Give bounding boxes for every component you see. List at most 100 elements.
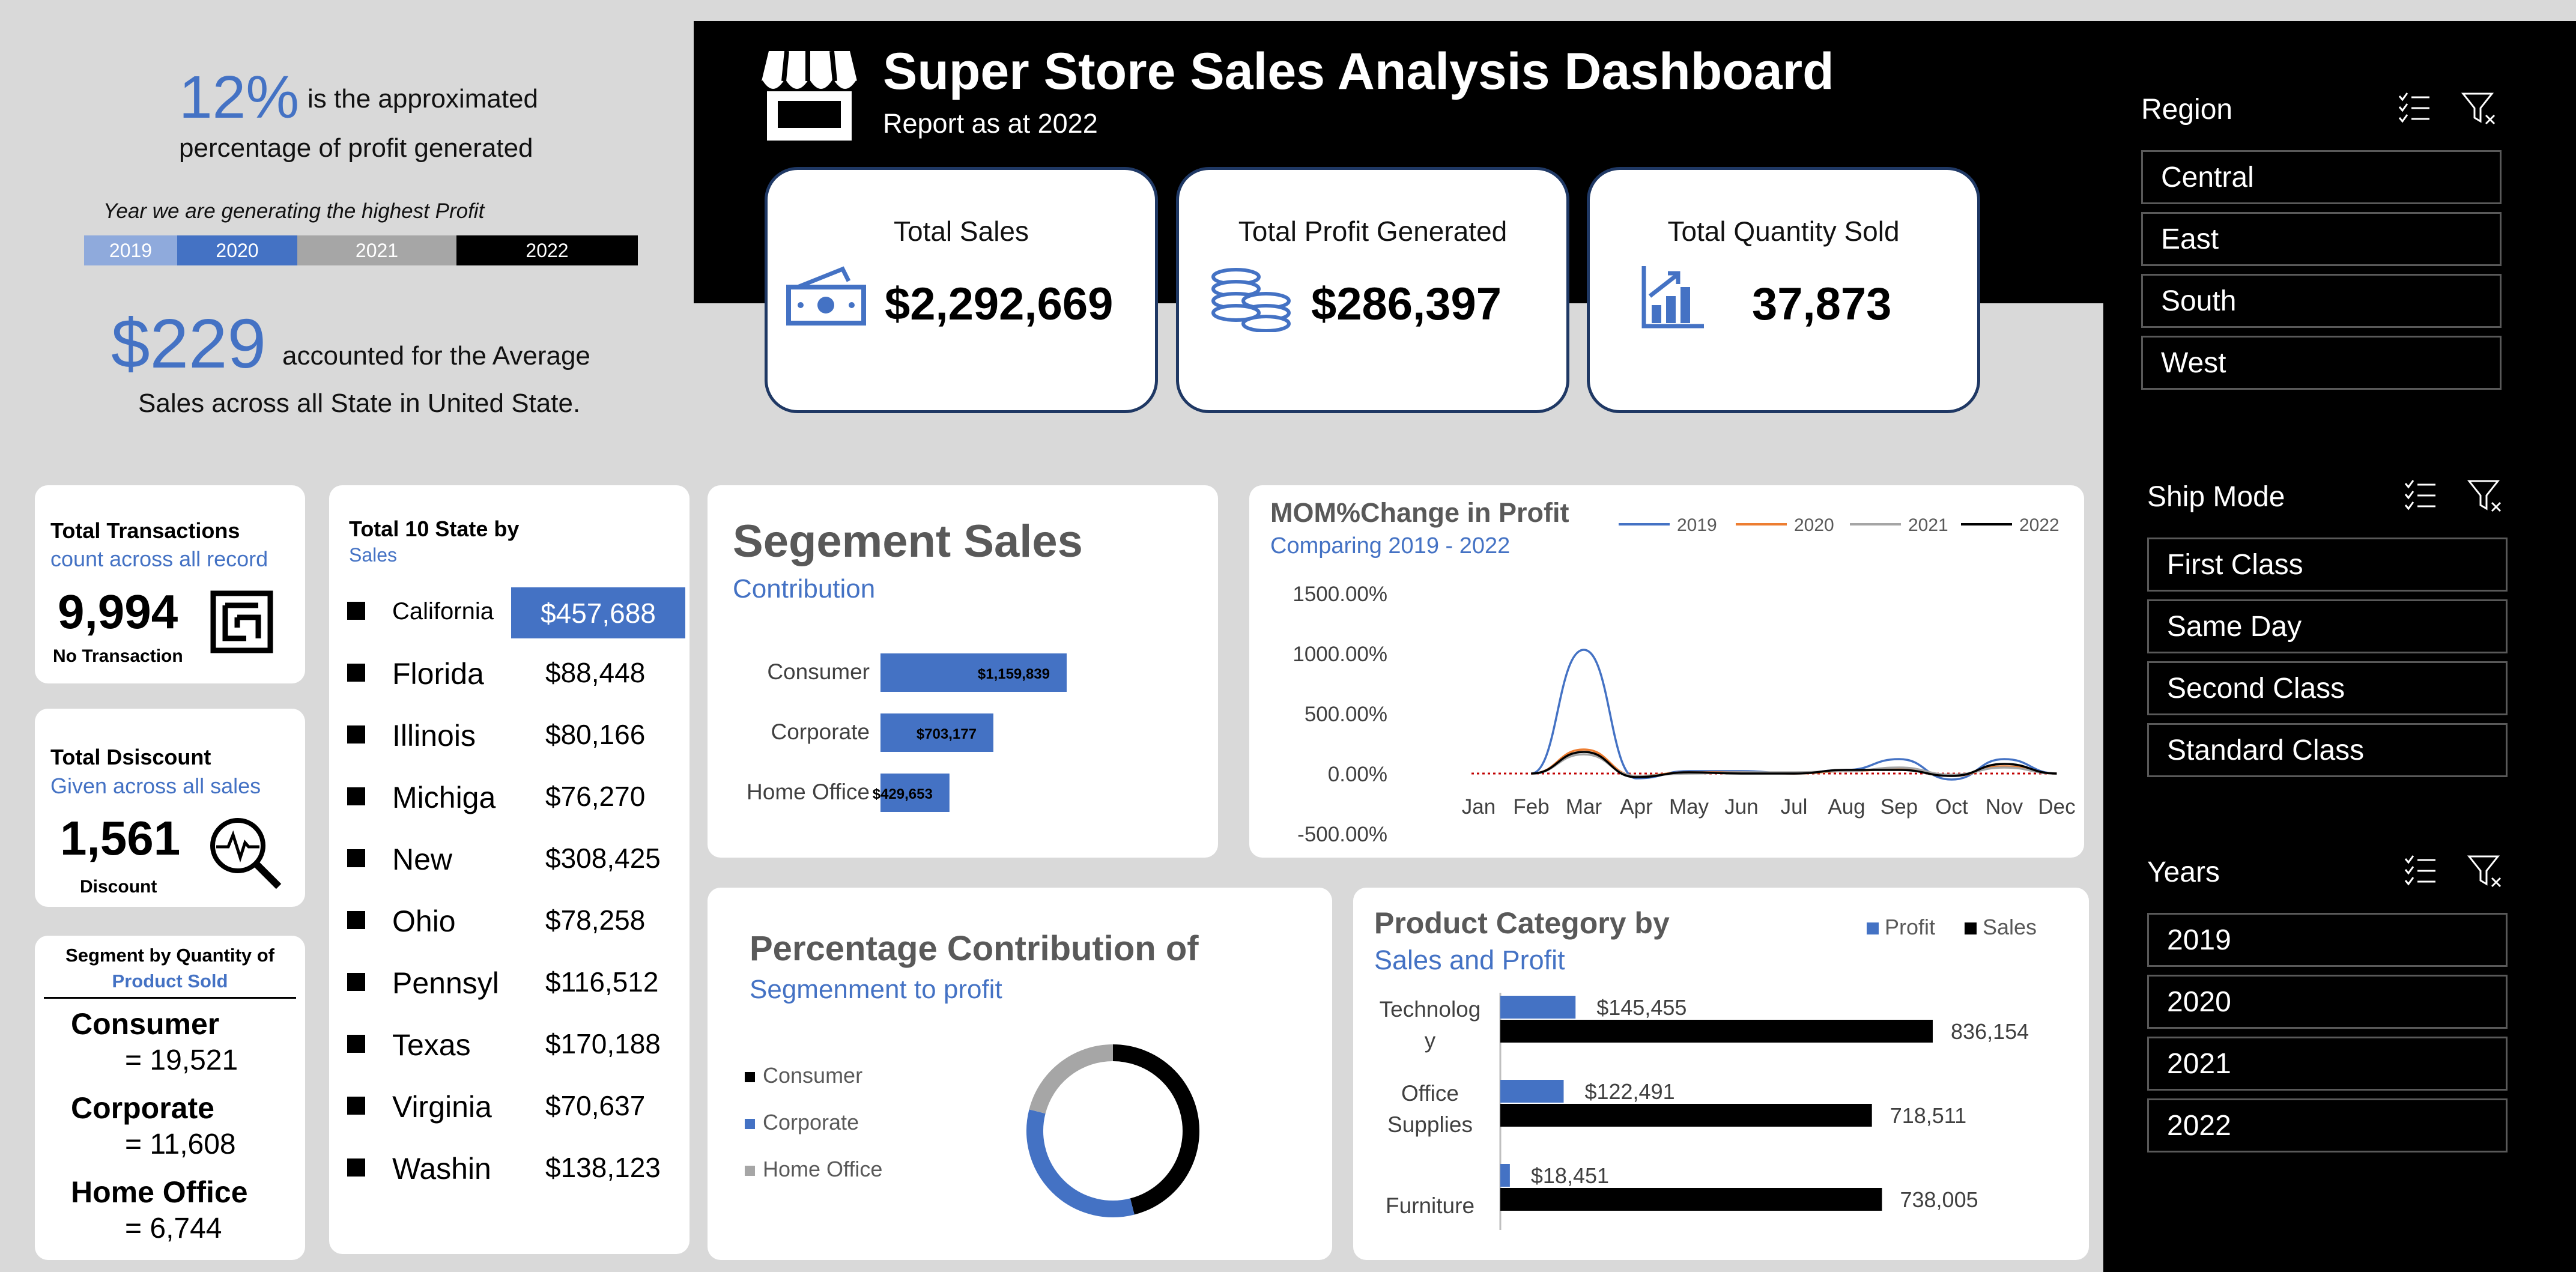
year-segment-2021: 2021 [297,235,456,265]
card-subtitle: Product Sold [112,971,228,992]
average-text-line1: accounted for the Average [282,341,590,371]
kpi-value: $2,292,669 [885,279,1114,330]
state-sales: $78,258 [545,904,646,936]
store-icon [760,50,858,141]
state-sales: $138,123 [545,1152,661,1183]
data-label: $429,653 [873,786,933,802]
x-tick-label: Oct [1935,795,1968,819]
multi-select-icon[interactable] [2402,853,2438,889]
card-caption: Discount [80,877,157,897]
profit-bar [1500,1080,1564,1103]
state-name: New [392,843,453,876]
bullet-square-icon [347,787,365,805]
donut-slice [1026,1109,1135,1217]
bullet-square-icon [347,664,365,682]
y-tick-label: 500.00% [1305,703,1387,726]
state-name: Texas [392,1028,471,1062]
bullet-square-icon [347,973,365,991]
slicer-item-east[interactable]: East [2141,212,2502,266]
multi-select-icon[interactable] [2396,90,2432,126]
category-label: Technolog [1380,997,1481,1022]
state-sales: $308,425 [545,843,661,874]
profit-percentage: 12% [179,64,300,131]
legend-label: 2021 [1908,515,1948,535]
year-segment-2019: 2019 [84,235,177,265]
bullet-square-icon [347,1158,365,1177]
state-row: Virginia $70,637 [329,1082,671,1130]
slicer-item-standard-class[interactable]: Standard Class [2147,723,2508,777]
category-label: y [1425,1028,1436,1053]
state-row: California $457,688 [329,587,685,638]
data-label: 836,154 [1951,1019,2029,1044]
multi-select-icon[interactable] [2402,477,2438,513]
card-title: Total 10 State by [349,516,520,541]
state-name: Virginia [392,1090,492,1124]
slicer-item-south[interactable]: South [2141,274,2502,328]
clear-filter-icon[interactable] [2467,477,2504,515]
state-name: Michiga [392,781,496,814]
state-name: Florida [392,657,484,691]
divider [44,997,296,999]
discount-value: 1,561 [60,811,181,865]
state-row: Washin $138,123 [329,1144,671,1192]
kpi-value: 37,873 [1752,279,1892,330]
segment-quantity: = 19,521 [125,1044,238,1076]
segment-name: Home Office [71,1175,248,1209]
slicer-item-2020[interactable]: 2020 [2147,975,2508,1029]
bullet-square-icon [347,1097,365,1115]
state-sales: $116,512 [545,966,659,998]
clear-filter-icon[interactable] [2461,90,2498,127]
kpi-title: Total Profit Generated [1238,216,1508,247]
slicer-item-central[interactable]: Central [2141,150,2502,204]
segment-quantity: = 6,744 [125,1213,222,1244]
x-tick-label: Apr [1620,795,1653,819]
state-row: Florida $88,448 [329,649,671,697]
chart-title: Segement Sales [733,516,1083,567]
x-tick-label: Aug [1828,795,1865,819]
state-name: Pennsyl [392,966,499,1000]
state-row: Pennsyl $116,512 [329,959,671,1007]
legend-swatch [745,1119,755,1129]
growth-chart-icon [1641,266,1704,329]
magnifier-pulse-icon [210,818,282,889]
slicer-item-first-class[interactable]: First Class [2147,538,2508,592]
transactions-card: Total Transactions count across all reco… [35,485,305,683]
state-row: Illinois $80,166 [329,711,671,759]
segment-name: Consumer [71,1007,220,1041]
x-tick-label: Jun [1724,795,1758,819]
segment-name: Corporate [71,1091,214,1125]
card-title: Total Transactions [50,518,240,543]
segment-quantity-card: Segment by Quantity of Product Sold Cons… [35,936,305,1260]
slicer-title-years: Years [2147,856,2220,888]
state-name: California [392,598,494,625]
state-sales: $80,166 [545,719,646,750]
slicer-item-2021[interactable]: 2021 [2147,1037,2508,1091]
slicer-item-2019[interactable]: 2019 [2147,913,2508,967]
transactions-value: 9,994 [58,585,178,638]
bullet-square-icon [347,1035,365,1053]
category-label: Furniture [1386,1193,1474,1218]
legend-label: Consumer [763,1063,862,1088]
slicer-item-west[interactable]: West [2141,336,2502,390]
category-label: Office [1401,1081,1459,1106]
state-name: Washin [392,1152,491,1186]
kpi-total-profit: Total Profit Generated $286,397 [1176,167,1569,413]
coins-icon [1211,268,1291,332]
donut-slice [1112,1044,1199,1215]
slicer-item-second-class[interactable]: Second Class [2147,661,2508,715]
card-title: Total Dsiscount [50,745,211,769]
slicer-item-same-day[interactable]: Same Day [2147,599,2508,653]
x-tick-label: Jul [1781,795,1808,819]
slicer-item-2022[interactable]: 2022 [2147,1098,2508,1152]
x-tick-label: May [1669,795,1709,819]
average-sales-value: $229 [111,304,267,383]
state-sales: $170,188 [545,1028,661,1059]
clear-filter-icon[interactable] [2467,853,2504,890]
donut-slice [1029,1044,1114,1114]
average-text-line2: Sales across all State in United State. [138,389,581,418]
chart-subtitle: Contribution [733,574,876,604]
card-subtitle: count across all record [50,547,268,571]
y-tick-label: 1000.00% [1293,643,1387,666]
profit-text-line1: is the approximated [308,84,538,114]
bullet-square-icon [347,602,365,620]
